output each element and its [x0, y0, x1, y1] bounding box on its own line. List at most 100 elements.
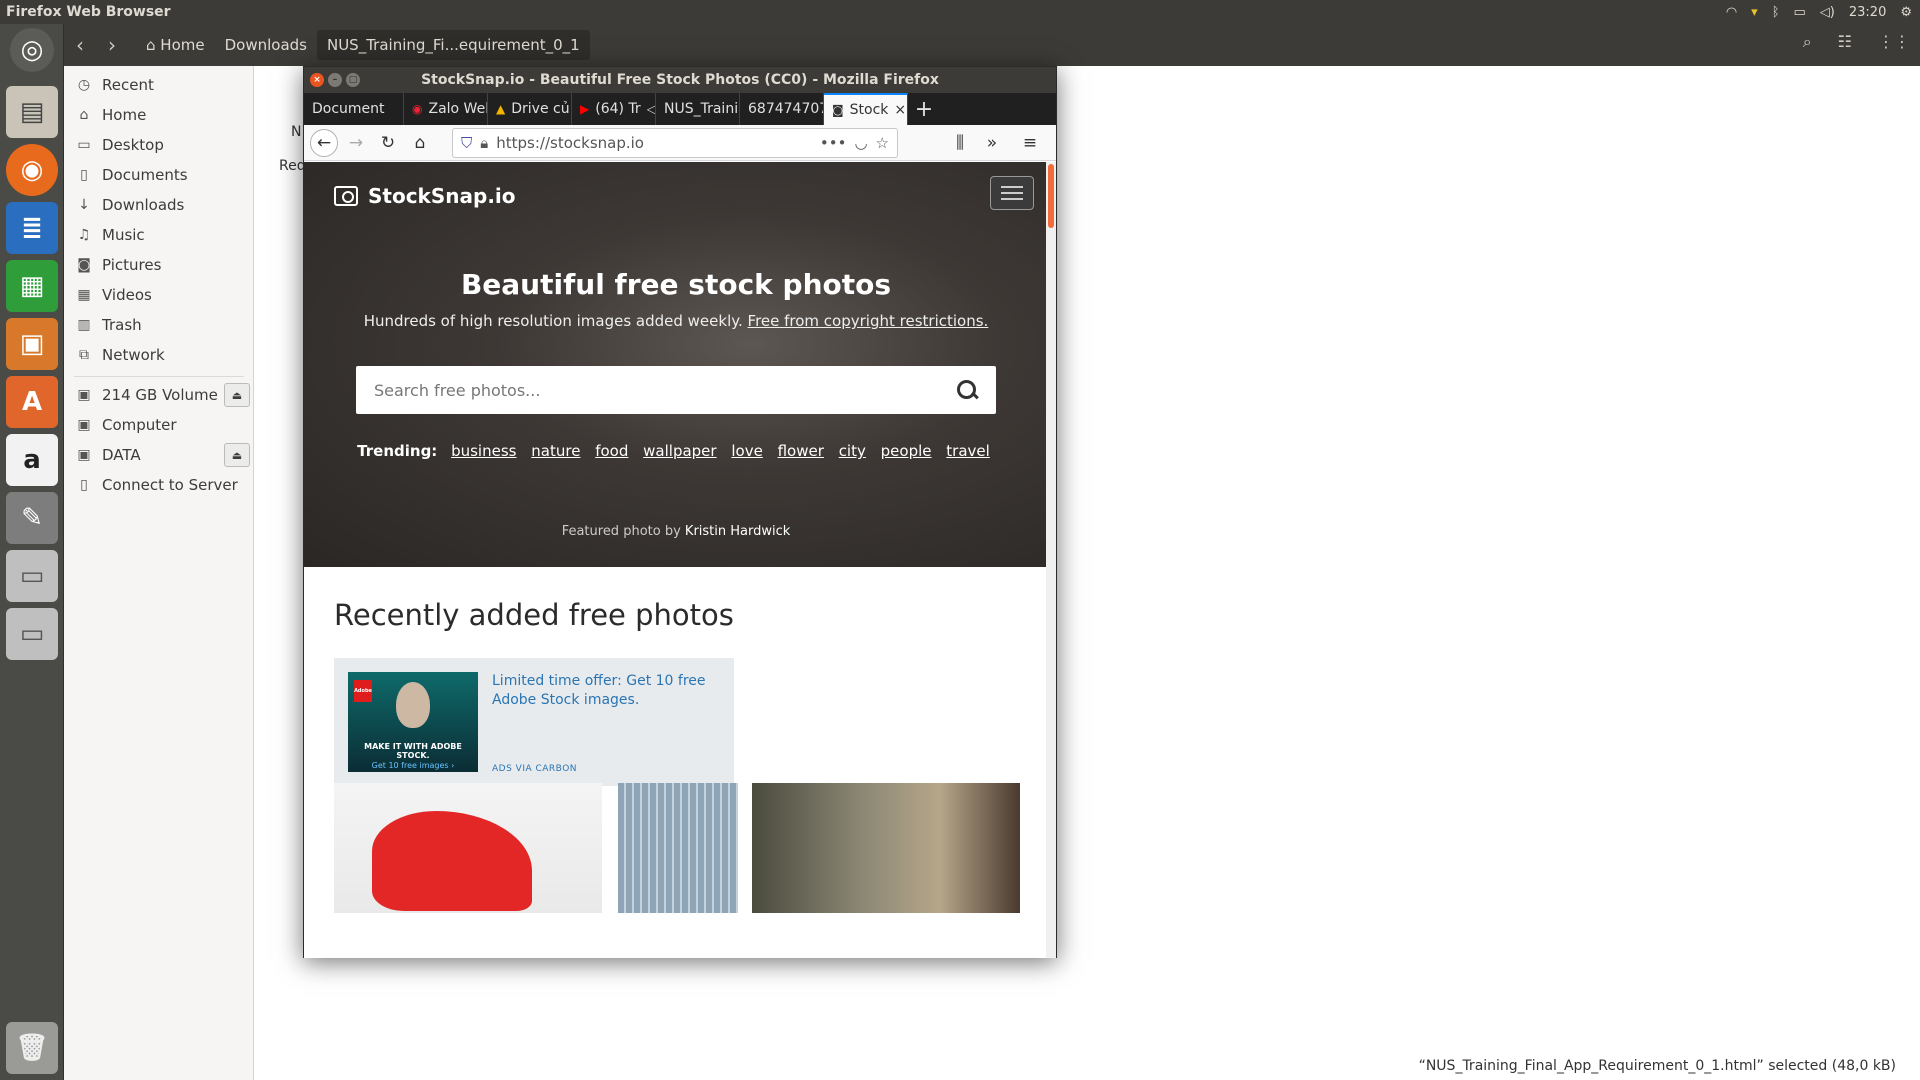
copyright-link[interactable]: Free from copyright restrictions.: [748, 312, 989, 330]
tab-document[interactable]: Document: [304, 93, 404, 125]
search-icon[interactable]: ⌕: [1803, 32, 1812, 52]
lock-icon[interactable]: 🔒︎: [480, 134, 488, 152]
photo-search-box[interactable]: Search free photos...: [356, 366, 996, 414]
reload-button[interactable]: ↻: [374, 129, 402, 157]
site-brand[interactable]: StockSnap.io: [334, 184, 516, 208]
page-scrollbar[interactable]: [1046, 162, 1056, 958]
breadcrumb-current[interactable]: NUS_Training_Fi...equirement_0_1: [316, 30, 590, 60]
url-text[interactable]: https://stocksnap.io: [496, 134, 812, 152]
sidebar-item-computer[interactable]: ▣ Computer: [64, 410, 254, 440]
breadcrumb-home[interactable]: ⌂ Home: [136, 30, 215, 60]
sidebar-item-recent[interactable]: ◷ Recent: [64, 70, 254, 100]
files-app-icon[interactable]: ▤: [6, 86, 58, 138]
back-arrow-icon[interactable]: ‹: [64, 33, 96, 57]
trending-tag[interactable]: people: [881, 442, 932, 460]
minimize-window-icon[interactable]: –: [328, 73, 342, 87]
trending-tag[interactable]: business: [451, 442, 516, 460]
forward-arrow-icon[interactable]: ›: [96, 33, 128, 57]
scrollbar-thumb[interactable]: [1048, 164, 1054, 228]
sidebar-item-connect-server[interactable]: ▯ Connect to Server: [64, 470, 254, 500]
volume-icon[interactable]: ◁): [1820, 5, 1835, 20]
sidebar-item-videos[interactable]: ▦ Videos: [64, 280, 254, 310]
clock[interactable]: 23:20: [1849, 5, 1886, 20]
photo-thumbnail-building[interactable]: [618, 783, 738, 913]
writer-icon[interactable]: ≣: [6, 202, 58, 254]
drive-icon[interactable]: ▭: [6, 550, 58, 602]
dash-home-icon[interactable]: ◎: [10, 28, 54, 72]
software-center-icon[interactable]: A: [6, 376, 58, 428]
drive-icon-2[interactable]: ▭: [6, 608, 58, 660]
trash-icon[interactable]: 🗑: [6, 1022, 58, 1074]
tab-nus-training[interactable]: NUS_Trainin: [656, 93, 740, 125]
sidebar-item-volume[interactable]: ▣ 214 GB Volume ⏏: [64, 380, 254, 410]
ad-text-link[interactable]: Limited time offer: Get 10 free Adobe St…: [492, 672, 726, 710]
trending-tag[interactable]: city: [839, 442, 866, 460]
amazon-icon[interactable]: a: [6, 434, 58, 486]
credit-author-link[interactable]: Kristin Hardwick: [685, 524, 790, 539]
photo-thumbnail-red-heels[interactable]: [334, 783, 602, 913]
impress-icon[interactable]: ▣: [6, 318, 58, 370]
speaker-icon[interactable]: ◁): [647, 102, 655, 116]
site-menu-button[interactable]: [990, 176, 1034, 210]
battery-icon[interactable]: ▭: [1794, 5, 1806, 20]
overflow-chevron-icon[interactable]: »: [978, 129, 1006, 157]
sidebar-item-label: Pictures: [102, 256, 162, 274]
network-tray-icon[interactable]: ▾: [1751, 5, 1758, 20]
trending-tag[interactable]: travel: [946, 442, 990, 460]
shield-icon[interactable]: ⛉: [461, 134, 472, 152]
forward-button[interactable]: →: [342, 129, 370, 157]
sidebar-item-home[interactable]: ⌂ Home: [64, 100, 254, 130]
breadcrumb-downloads[interactable]: Downloads: [215, 30, 317, 60]
carbon-ad[interactable]: Adobe MAKE IT WITH ADOBE STOCK. Get 10 f…: [334, 658, 734, 786]
new-tab-button[interactable]: +: [908, 93, 940, 125]
url-bar[interactable]: ⛉ 🔒︎ https://stocksnap.io ••• ◡ ☆: [452, 127, 898, 158]
sidebar-item-network[interactable]: ⧉ Network: [64, 340, 254, 370]
sidebar-item-downloads[interactable]: ↓ Downloads: [64, 190, 254, 220]
list-view-icon[interactable]: ☷: [1838, 32, 1852, 52]
bookmark-star-icon[interactable]: ☆: [876, 134, 889, 152]
grid-menu-icon[interactable]: ⋮⋮: [1878, 32, 1910, 52]
tab-number[interactable]: 6874747073: [740, 93, 824, 125]
eject-icon[interactable]: ⏏: [224, 383, 250, 407]
tab-drive[interactable]: ▲ Drive củ: [488, 93, 572, 125]
tab-zalo[interactable]: ◉ Zalo Wel: [404, 93, 488, 125]
search-input[interactable]: Search free photos...: [374, 381, 956, 400]
photo-thumbnail-stairs[interactable]: [752, 783, 1020, 913]
eject-icon[interactable]: ⏏: [224, 443, 250, 467]
close-window-icon[interactable]: ×: [310, 73, 324, 87]
sidebar-item-music[interactable]: ♫ Music: [64, 220, 254, 250]
sidebar-item-documents[interactable]: ▯ Documents: [64, 160, 254, 190]
sidebar-item-pictures[interactable]: ◙ Pictures: [64, 250, 254, 280]
calc-icon[interactable]: ▦: [6, 260, 58, 312]
hamburger-menu-icon[interactable]: ≡: [1016, 129, 1044, 157]
page-actions-icon[interactable]: •••: [820, 134, 847, 152]
sidebar-item-trash[interactable]: ▥ Trash: [64, 310, 254, 340]
trending-tag[interactable]: flower: [778, 442, 824, 460]
ad-via-link[interactable]: ADS VIA CARBON: [492, 764, 577, 774]
search-icon[interactable]: [956, 379, 978, 401]
file-name-fragment[interactable]: N: [291, 124, 301, 140]
trending-tag[interactable]: love: [731, 442, 762, 460]
trending-tag[interactable]: wallpaper: [643, 442, 716, 460]
pocket-icon[interactable]: ◡: [854, 134, 867, 152]
sidebar-item-label: Connect to Server: [102, 476, 238, 494]
tab-stocksnap[interactable]: ◙ Stock ×: [824, 93, 908, 125]
tab-youtube[interactable]: ▶ (64) Tr ◁): [572, 93, 656, 125]
ad-image[interactable]: Adobe MAKE IT WITH ADOBE STOCK. Get 10 f…: [348, 672, 478, 772]
trending-tag[interactable]: food: [595, 442, 628, 460]
sidebar-item-data[interactable]: ▣ DATA ⏏: [64, 440, 254, 470]
wifi-icon[interactable]: ◠: [1726, 5, 1737, 20]
maximize-window-icon[interactable]: □: [346, 73, 360, 87]
back-button[interactable]: ←: [310, 128, 338, 157]
home-button[interactable]: ⌂: [406, 129, 434, 157]
trending-tag[interactable]: nature: [531, 442, 580, 460]
trending-label: Trending:: [357, 442, 438, 460]
bluetooth-icon[interactable]: ᛒ: [1772, 5, 1780, 20]
firefox-icon[interactable]: ◉: [6, 144, 58, 196]
settings-gear-icon[interactable]: ⚙: [1900, 5, 1912, 20]
close-tab-icon[interactable]: ×: [894, 102, 906, 118]
sidebar-item-desktop[interactable]: ▭ Desktop: [64, 130, 254, 160]
system-settings-icon[interactable]: ✎: [6, 492, 58, 544]
file-name-fragment[interactable]: Req: [279, 158, 306, 174]
library-icon[interactable]: ⫼: [946, 129, 974, 157]
